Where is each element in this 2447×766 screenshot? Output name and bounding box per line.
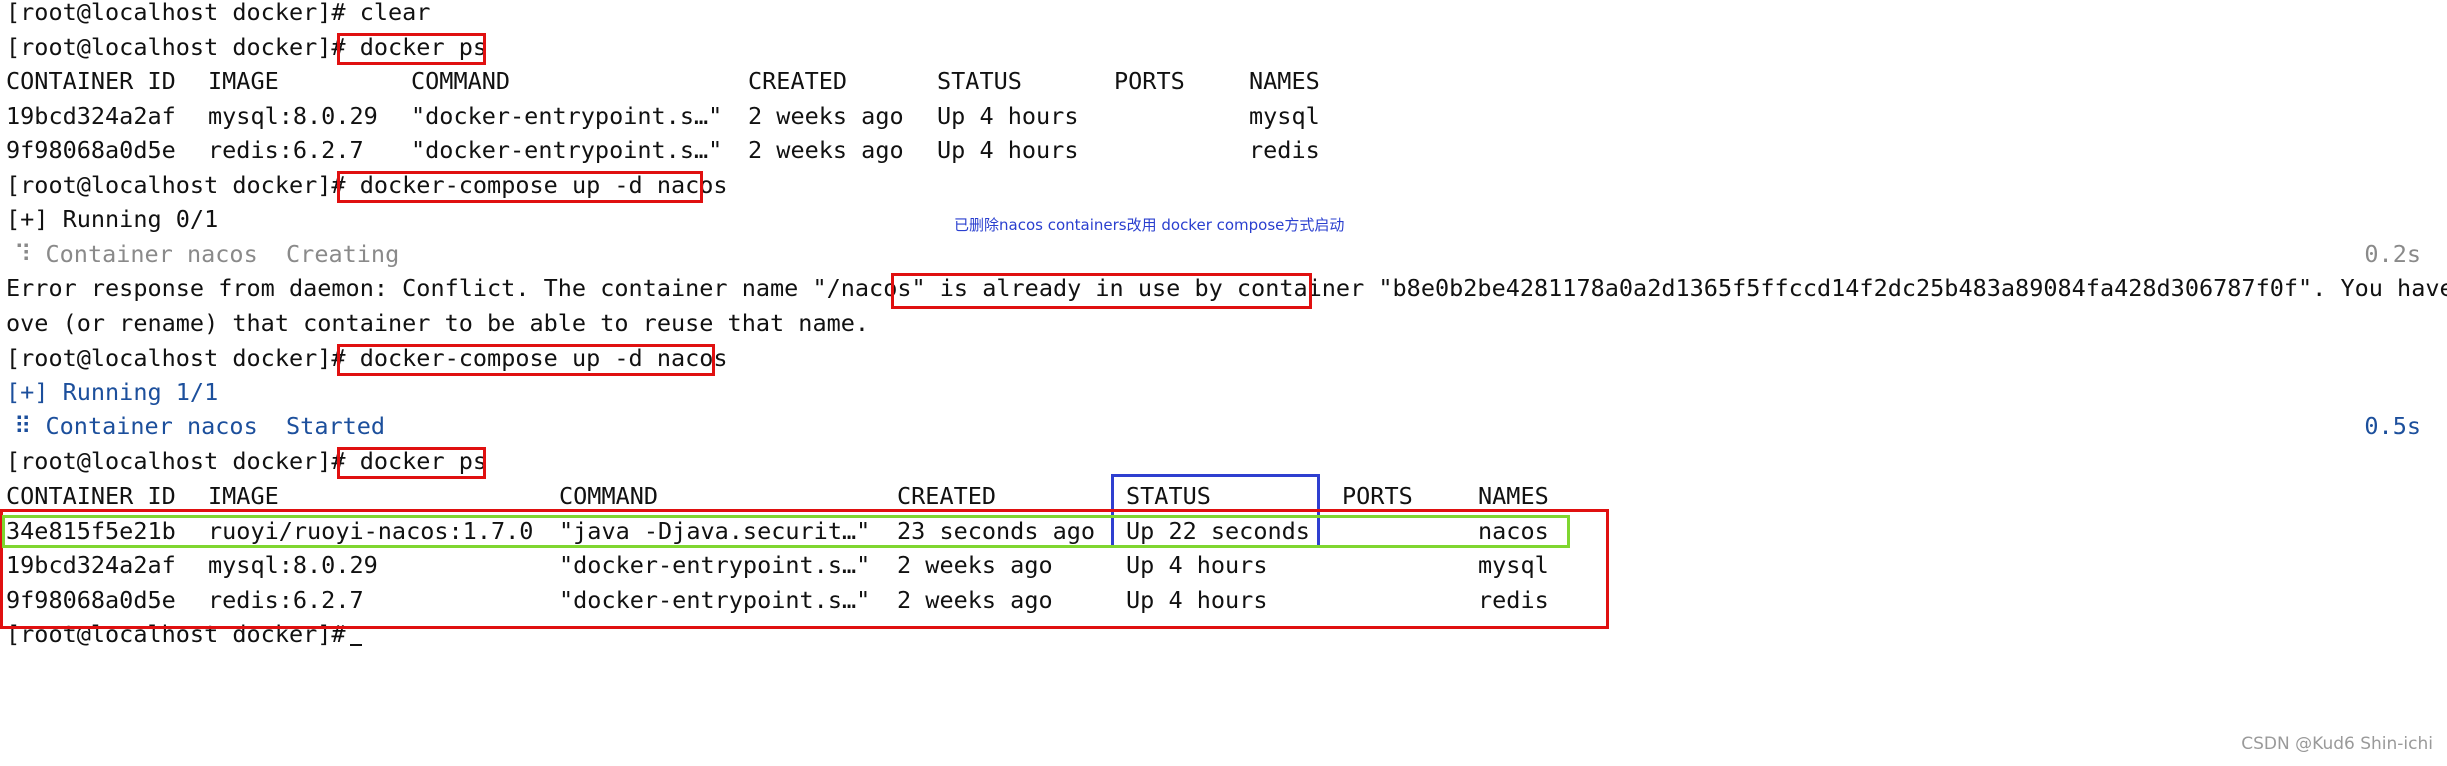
cell-command: "docker-entrypoint.s…" [411, 136, 723, 164]
header-created: CREATED [748, 67, 848, 95]
cell-container-id: 19bcd324a2af [6, 102, 176, 130]
header-image: IMAGE [208, 482, 279, 510]
prompt: [root@localhost docker]# [6, 0, 346, 26]
cell-command: "docker-entrypoint.s…" [411, 102, 723, 130]
header-command: COMMAND [411, 67, 511, 95]
cell-container-id: 19bcd324a2af [6, 551, 176, 579]
header-status: STATUS [1126, 482, 1211, 510]
progress-line: [+] Running 0/1 [6, 205, 219, 233]
cell-created: 2 weeks ago [897, 551, 1053, 579]
command-text: docker-compose up -d nacos [359, 171, 728, 199]
header-container-id: CONTAINER ID [6, 67, 176, 95]
error-text: Error response from daemon: Conflict. Th… [6, 274, 940, 302]
terminal-line[interactable]: [root@localhost docker]# [6, 617, 362, 651]
cell-created: 2 weeks ago [897, 586, 1053, 614]
table-header: CONTAINER ID IMAGE COMMAND CREATED STATU… [0, 479, 2447, 513]
terminal-line: [root@localhost docker]# docker ps [6, 444, 487, 478]
cell-names: mysql [1249, 102, 1320, 130]
prompt: [root@localhost docker]# [6, 620, 346, 648]
header-names: NAMES [1249, 67, 1320, 95]
terminal-line: [root@localhost docker]# docker-compose … [6, 341, 728, 375]
prompt: [root@localhost docker]# [6, 33, 346, 61]
cell-created: 2 weeks ago [748, 136, 904, 164]
header-image: IMAGE [208, 67, 279, 95]
cell-names: nacos [1478, 517, 1549, 545]
cell-status: Up 4 hours [1126, 551, 1268, 579]
header-container-id: CONTAINER ID [6, 482, 176, 510]
terminal-line: [root@localhost docker]# docker ps [6, 30, 487, 64]
cell-image: ruoyi/ruoyi-nacos:1.7.0 [208, 517, 534, 545]
header-created: CREATED [897, 482, 997, 510]
cell-command: "docker-entrypoint.s…" [559, 586, 871, 614]
terminal-line: [root@localhost docker]# clear [6, 0, 430, 29]
table-header: CONTAINER ID IMAGE COMMAND CREATED STATU… [0, 64, 2447, 98]
cursor [349, 624, 362, 646]
error-line: Error response from daemon: Conflict. Th… [6, 271, 2447, 305]
header-ports: PORTS [1114, 67, 1185, 95]
header-names: NAMES [1478, 482, 1549, 510]
progress-line: [+] Running 1/1 [6, 378, 219, 406]
error-highlight-text: is already in use by container [939, 274, 1365, 302]
cell-image: redis:6.2.7 [208, 136, 364, 164]
cell-names: redis [1478, 586, 1549, 614]
cell-container-id: 9f98068a0d5e [6, 586, 176, 614]
cell-status: Up 4 hours [937, 102, 1079, 130]
header-status: STATUS [937, 67, 1022, 95]
header-ports: PORTS [1342, 482, 1413, 510]
cell-container-id: 9f98068a0d5e [6, 136, 176, 164]
table-row: 19bcd324a2af mysql:8.0.29 "docker-entryp… [0, 548, 2447, 582]
cell-created: 2 weeks ago [748, 102, 904, 130]
prompt: [root@localhost docker]# [6, 171, 346, 199]
cell-command: "java -Djava.securit…" [559, 517, 871, 545]
cell-image: mysql:8.0.29 [208, 551, 378, 579]
started-time: 0.5s [2364, 412, 2421, 440]
prompt: [root@localhost docker]# [6, 344, 346, 372]
watermark: CSDN @Kud6 Shin-ichi [2241, 734, 2433, 754]
cell-names: redis [1249, 136, 1320, 164]
cell-image: mysql:8.0.29 [208, 102, 378, 130]
header-command: COMMAND [559, 482, 659, 510]
container-started-line: ⠿ Container nacos Started [0, 412, 386, 440]
cell-status: Up 22 seconds [1126, 517, 1310, 545]
terminal-line: [root@localhost docker]# docker-compose … [6, 168, 728, 202]
cell-command: "docker-entrypoint.s…" [559, 551, 871, 579]
error-line: ove (or rename) that container to be abl… [6, 309, 870, 337]
table-row: 19bcd324a2af mysql:8.0.29 "docker-entryp… [0, 99, 2447, 133]
cell-created: 23 seconds ago [897, 517, 1096, 545]
command-text: docker-compose up -d nacos [359, 344, 728, 372]
table-row: 9f98068a0d5e redis:6.2.7 "docker-entrypo… [0, 133, 2447, 167]
creating-time: 0.2s [2364, 240, 2421, 268]
cell-status: Up 4 hours [937, 136, 1079, 164]
cell-names: mysql [1478, 551, 1549, 579]
command-text: docker ps [359, 447, 488, 475]
cell-status: Up 4 hours [1126, 586, 1268, 614]
cell-image: redis:6.2.7 [208, 586, 364, 614]
annotation-note: 已删除nacos containers改用 docker compose方式启动 [954, 216, 1345, 234]
error-text: "b8e0b2be4281178a0a2d1365f5ffccd14f2dc25… [1364, 274, 2447, 302]
prompt: [root@localhost docker]# [6, 447, 346, 475]
command-text: clear [359, 0, 431, 26]
command-text: docker ps [359, 33, 488, 61]
table-row: 9f98068a0d5e redis:6.2.7 "docker-entrypo… [0, 583, 2447, 617]
cell-container-id: 34e815f5e21b [6, 517, 176, 545]
container-creating-line: ⠹ Container nacos Creating [0, 240, 400, 268]
table-row: 34e815f5e21b ruoyi/ruoyi-nacos:1.7.0 "ja… [0, 514, 2447, 548]
